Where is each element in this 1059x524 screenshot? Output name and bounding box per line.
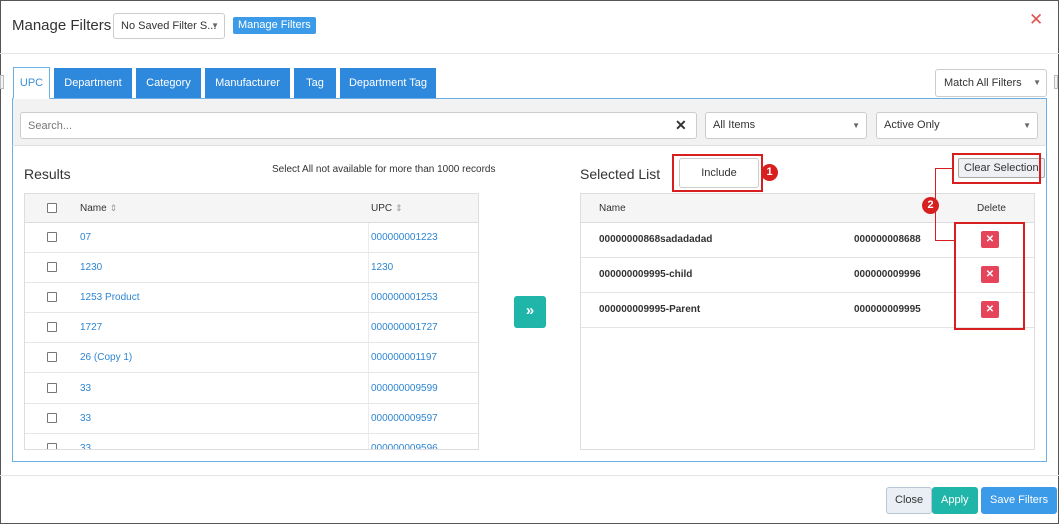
table-row: 26 (Copy 1) 000000001197 (25, 343, 478, 373)
row-checkbox[interactable] (47, 383, 57, 393)
search-input[interactable] (20, 112, 697, 139)
upc-column-header[interactable]: UPC ⇕ (371, 203, 403, 214)
table-row: 33 000000009599 (25, 374, 478, 404)
tab-manufacturer[interactable]: Manufacturer (205, 68, 290, 98)
connector-line (935, 240, 955, 241)
selected-row-name: 00000000868sadadadad (599, 234, 713, 245)
close-x-icon[interactable]: ✕ (1029, 10, 1043, 30)
row-checkbox[interactable] (47, 322, 57, 332)
items-filter-select[interactable]: All Items ▼ (705, 112, 867, 139)
left-edge-handle (0, 75, 4, 89)
apply-button[interactable]: Apply (932, 487, 978, 514)
row-upc-link[interactable]: 000000001223 (371, 232, 438, 243)
status-filter-select[interactable]: Active Only ▼ (876, 112, 1038, 139)
row-name-link[interactable]: 1230 (80, 262, 102, 273)
name-column-header[interactable]: Name ⇕ (80, 203, 117, 214)
row-name-link[interactable]: 26 (Copy 1) (80, 352, 132, 363)
row-checkbox[interactable] (47, 262, 57, 272)
row-name-link[interactable]: 33 (80, 443, 91, 449)
include-highlight-box (672, 154, 763, 192)
row-name-link[interactable]: 33 (80, 383, 91, 394)
caret-down-icon: ▼ (852, 121, 860, 130)
selected-row-upc: 000000009995 (854, 304, 921, 315)
selected-grid-header: Name Delete (581, 194, 1034, 223)
row-checkbox[interactable] (47, 292, 57, 302)
row-upc-link[interactable]: 1230 (371, 262, 393, 273)
caret-down-icon: ▼ (1023, 121, 1031, 130)
items-filter-value: All Items (713, 119, 756, 131)
sort-icon: ⇕ (109, 203, 118, 213)
tab-upc[interactable]: UPC (13, 67, 50, 99)
selected-name-column-header: Name (599, 203, 626, 214)
selected-row-upc: 000000008688 (854, 234, 921, 245)
clear-selection-highlight-box (952, 153, 1041, 184)
saved-filter-select[interactable]: No Saved Filter S... ▼ (113, 13, 225, 39)
table-row: 07 000000001223 (25, 223, 478, 253)
selected-row-name: 000000009995-Parent (599, 304, 701, 315)
tab-tag[interactable]: Tag (294, 68, 336, 98)
tab-department[interactable]: Department (54, 68, 132, 98)
dialog-title: Manage Filters (12, 17, 112, 34)
status-filter-value: Active Only (884, 119, 940, 131)
row-upc-link[interactable]: 000000009599 (371, 383, 438, 394)
dialog-header: Manage Filters No Saved Filter S... ▼ Ma… (0, 0, 1059, 54)
row-name-link[interactable]: 1253 Product (80, 292, 140, 303)
row-checkbox[interactable] (47, 413, 57, 423)
close-button[interactable]: Close (886, 487, 933, 514)
row-upc-link[interactable]: 000000001727 (371, 322, 438, 333)
results-grid: Name ⇕ UPC ⇕ 07 000000001223 1230 1230 125… (24, 193, 479, 450)
sort-icon: ⇕ (395, 203, 403, 213)
double-chevron-right-icon: » (525, 302, 535, 319)
row-name-link[interactable]: 1727 (80, 322, 102, 333)
delete-buttons-highlight-box (954, 222, 1025, 330)
caret-down-icon: ▼ (211, 21, 219, 30)
results-grid-header: Name ⇕ UPC ⇕ (25, 194, 478, 223)
table-row: 33 000000009597 (25, 404, 478, 434)
select-all-checkbox[interactable] (47, 203, 57, 213)
row-upc-link[interactable]: 000000009596 (371, 443, 438, 449)
save-filters-button[interactable]: Save Filters (981, 487, 1058, 514)
row-upc-link[interactable]: 000000001197 (371, 352, 437, 363)
clear-x-icon[interactable]: ✕ (675, 117, 687, 134)
row-checkbox[interactable] (47, 352, 57, 362)
row-checkbox[interactable] (47, 232, 57, 242)
row-checkbox[interactable] (47, 443, 57, 449)
table-row: 1253 Product 000000001253 (25, 283, 478, 313)
caret-down-icon: ▼ (1033, 78, 1041, 87)
row-name-link[interactable]: 07 (80, 232, 91, 243)
row-upc-link[interactable]: 000000001253 (371, 292, 438, 303)
selected-row-name: 000000009995-child (599, 269, 693, 280)
row-upc-link[interactable]: 000000009597 (371, 413, 438, 424)
right-edge-handle (1054, 75, 1058, 89)
row-name-link[interactable]: 33 (80, 413, 91, 424)
match-filters-select[interactable]: Match All Filters ▼ (935, 69, 1047, 97)
saved-filter-value: No Saved Filter S... (121, 20, 217, 32)
annotation-badge-2: 2 (922, 197, 939, 214)
move-to-selected-button[interactable]: » (514, 296, 546, 328)
tab-department-tag[interactable]: Department Tag (340, 68, 436, 98)
match-filters-value: Match All Filters (944, 77, 1022, 89)
connector-line (935, 168, 953, 169)
results-heading: Results (24, 166, 71, 182)
selected-list-heading: Selected List (580, 166, 661, 182)
table-row: 1230 1230 (25, 253, 478, 283)
manage-filters-button[interactable]: Manage Filters (233, 17, 316, 34)
delete-column-header: Delete (977, 203, 1006, 214)
table-row: 33 000000009596 (25, 434, 478, 449)
tab-category[interactable]: Category (136, 68, 201, 98)
select-all-note: Select All not available for more than 1… (272, 164, 496, 175)
annotation-badge-1: 1 (761, 164, 778, 181)
table-row: 1727 000000001727 (25, 313, 478, 343)
selected-row-upc: 000000009996 (854, 269, 921, 280)
